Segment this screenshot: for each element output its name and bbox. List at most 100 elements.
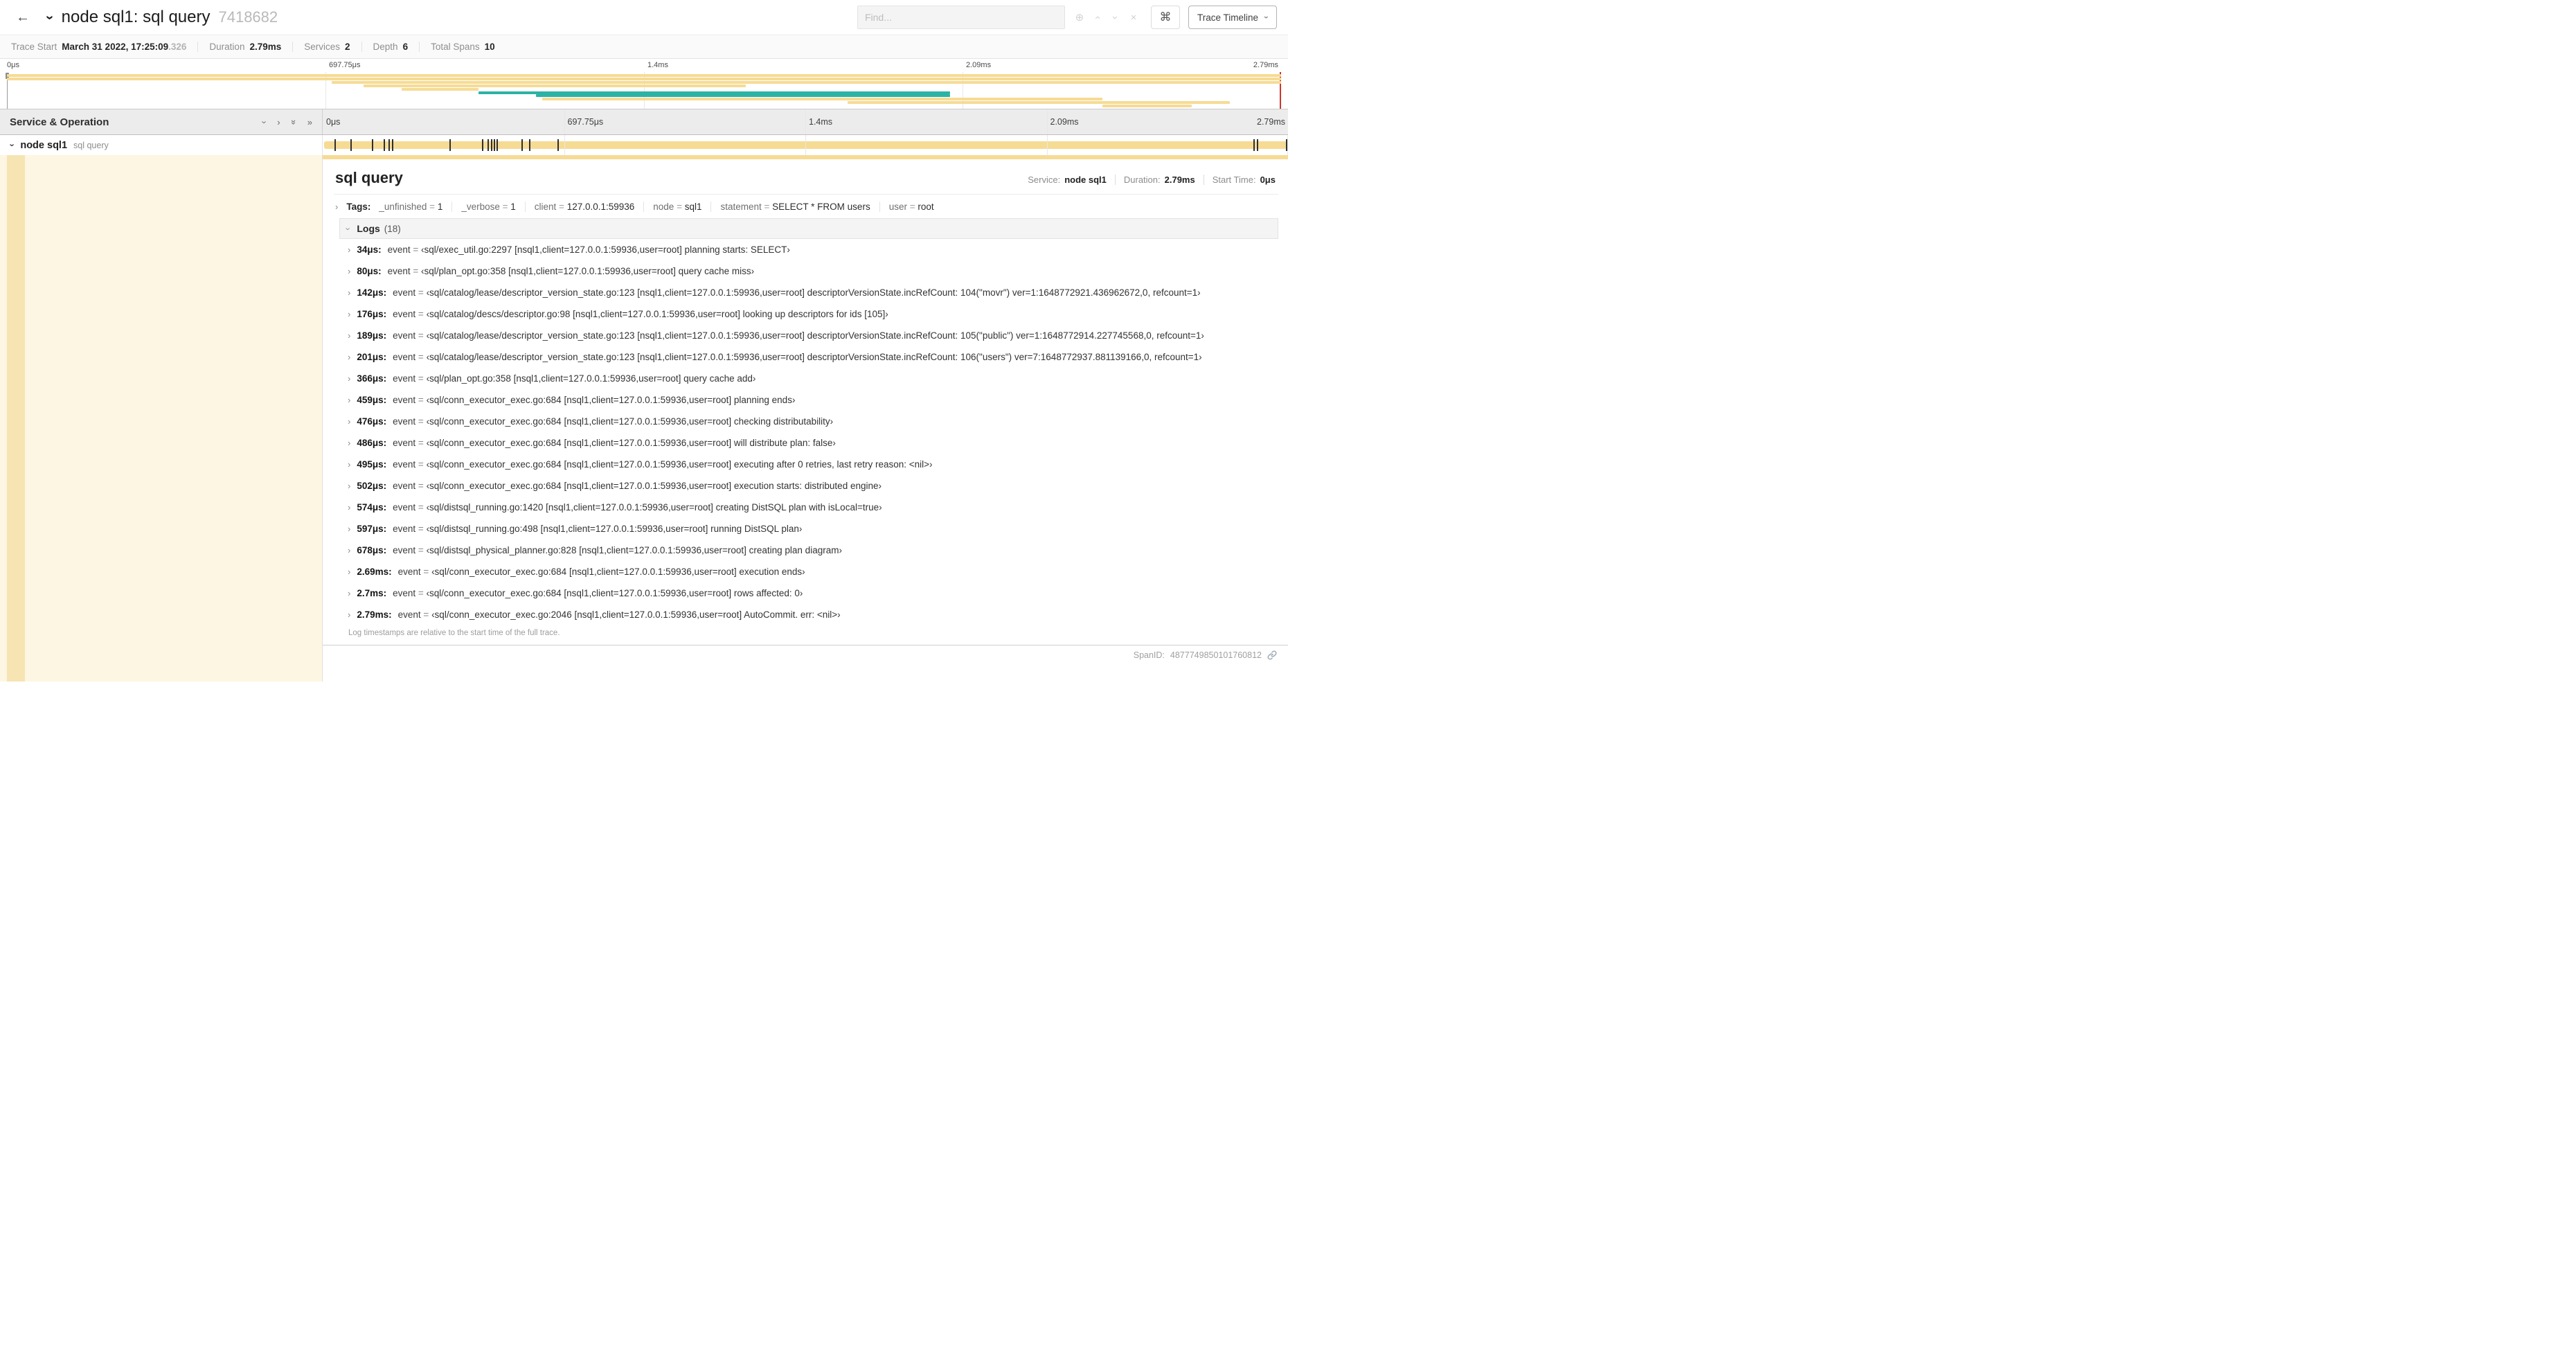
tag: _verbose = 1 <box>451 202 524 212</box>
log-field-key: event <box>393 545 416 555</box>
link-icon[interactable] <box>1267 650 1277 660</box>
trace-summary-bar: Trace Start March 31 2022, 17:25:09.326 Du… <box>0 35 1288 59</box>
span-meta-item: Start Time: 0μs <box>1203 175 1277 185</box>
log-row[interactable]: › 476μs: event = ‹sql/conn_executor_exec.g… <box>339 411 1278 432</box>
log-text: event = ‹sql/conn_executor_exec.go:684 [… <box>398 567 805 577</box>
log-row[interactable]: › 142μs: event = ‹sql/catalog/lease/descri… <box>339 282 1278 303</box>
timeline-tick-label: 1.4ms <box>809 117 833 127</box>
gridline <box>564 135 565 155</box>
summary-label: Total Spans <box>431 42 480 52</box>
collapse-one-icon[interactable]: › <box>260 121 270 123</box>
summary-value: March 31 2022, 17:25:09 <box>62 42 169 52</box>
log-row[interactable]: › 459μs: event = ‹sql/conn_executor_exec.g… <box>339 389 1278 411</box>
find-input[interactable] <box>857 6 1065 29</box>
chevron-right-icon: › <box>348 502 351 513</box>
chevron-down-icon: › <box>1262 16 1271 19</box>
log-time: 678μs: <box>357 545 387 555</box>
log-row[interactable]: › 201μs: event = ‹sql/catalog/lease/descri… <box>339 346 1278 368</box>
log-row[interactable]: › 495μs: event = ‹sql/conn_executor_exec.g… <box>339 454 1278 475</box>
span-collapse-icon[interactable]: › <box>8 143 18 146</box>
log-text: event = ‹sql/distsql_running.go:1420 [ns… <box>393 502 882 513</box>
log-row[interactable]: › 574μs: event = ‹sql/distsql_running.go:1… <box>339 497 1278 518</box>
log-time: 34μs: <box>357 244 382 255</box>
tag-key: statement <box>720 202 762 212</box>
log-equals: = <box>415 481 427 491</box>
summary-label: Services <box>304 42 341 52</box>
log-marker <box>350 139 352 151</box>
minimap-tick-label: 697.75μs <box>329 61 361 69</box>
span-row-timeline[interactable] <box>323 135 1289 155</box>
log-row[interactable]: › 34μs: event = ‹sql/exec_util.go:2297 [ns… <box>339 239 1278 260</box>
log-row[interactable]: › 2.79ms: event = ‹sql/conn_executor_exec.… <box>339 604 1278 625</box>
minimap-tick-label: 2.79ms <box>1253 61 1278 69</box>
log-row[interactable]: › 2.7ms: event = ‹sql/conn_executor_exec.g… <box>339 582 1278 604</box>
summary-value: 2 <box>345 42 350 52</box>
log-row[interactable]: › 597μs: event = ‹sql/distsql_running.go:4… <box>339 518 1278 540</box>
meta-value: 2.79ms <box>1164 175 1195 185</box>
log-row[interactable]: › 189μs: event = ‹sql/catalog/lease/descri… <box>339 325 1278 346</box>
keyboard-shortcuts-button[interactable]: ⌘ <box>1150 6 1180 29</box>
log-row[interactable]: › 176μs: event = ‹sql/catalog/descs/descri… <box>339 303 1278 325</box>
log-field-key: event <box>393 481 416 491</box>
log-equals: = <box>410 266 422 276</box>
minimap-span-bar <box>542 98 1103 101</box>
log-time: 502μs: <box>357 481 387 491</box>
tags-row[interactable]: › Tags: _unfinished = 1 _verbose = 1 clien… <box>334 195 1278 218</box>
span-row[interactable]: › node sql1 sql query <box>0 135 1289 155</box>
log-text: event = ‹sql/distsql_running.go:498 [nsq… <box>393 524 802 534</box>
minimap-span-bar <box>7 74 1281 77</box>
minimap-span-bar <box>535 94 950 98</box>
log-marker <box>496 139 498 151</box>
chevron-right-icon: › <box>348 567 351 577</box>
log-field-value: ‹sql/distsql_physical_planner.go:828 [ns… <box>426 545 842 555</box>
log-row[interactable]: › 366μs: event = ‹sql/plan_opt.go:358 [nsq… <box>339 368 1278 389</box>
log-text: event = ‹sql/catalog/lease/descriptor_ve… <box>393 287 1200 298</box>
chevron-right-icon: › <box>348 244 351 255</box>
log-field-value: ‹sql/distsql_running.go:498 [nsql1,clien… <box>426 524 803 534</box>
trace-view-select[interactable]: Trace Timeline › <box>1188 6 1277 29</box>
log-field-key: event <box>397 609 421 620</box>
collapse-trace-icon[interactable]: › <box>42 15 57 20</box>
expand-all-icon[interactable]: » <box>307 117 312 127</box>
span-detail-title: sql query <box>335 169 403 186</box>
expand-one-icon[interactable]: › <box>277 117 280 127</box>
log-equals: = <box>415 438 427 448</box>
summary-item: Duration 2.79ms <box>197 42 292 52</box>
log-equals: = <box>415 588 427 598</box>
log-text: event = ‹sql/conn_executor_exec.go:684 [… <box>393 459 932 470</box>
log-text: event = ‹sql/plan_opt.go:358 [nsql1,clie… <box>393 373 755 384</box>
collapse-all-icon[interactable]: » <box>289 119 299 124</box>
log-row[interactable]: › 2.69ms: event = ‹sql/conn_executor_exec.… <box>339 561 1278 582</box>
log-row[interactable]: › 486μs: event = ‹sql/conn_executor_exec.g… <box>339 432 1278 454</box>
find-next-icon[interactable]: › <box>1107 8 1125 26</box>
log-marker <box>388 139 390 151</box>
log-equals: = <box>415 459 427 470</box>
log-time: 476μs: <box>357 416 387 427</box>
find-filter-icon[interactable]: ⊕ <box>1071 8 1089 26</box>
find-prev-icon[interactable]: › <box>1089 8 1107 26</box>
minimap-span-bar <box>1102 105 1192 108</box>
log-row[interactable]: › 502μs: event = ‹sql/conn_executor_exec.g… <box>339 475 1278 497</box>
span-service-name: node sql1 <box>20 139 68 151</box>
indent-guide <box>7 155 25 682</box>
meta-value: 0μs <box>1260 175 1276 185</box>
minimap-canvas[interactable] <box>5 72 1281 109</box>
top-bar: ← › node sql1: sql query 7418682 ⊕ › › ×… <box>0 0 1288 35</box>
find-clear-icon[interactable]: × <box>1125 8 1143 26</box>
chevron-right-icon: › <box>348 459 351 470</box>
log-time: 495μs: <box>357 459 387 470</box>
log-text: event = ‹sql/conn_executor_exec.go:684 [… <box>393 438 836 448</box>
log-time: 176μs: <box>357 309 387 319</box>
log-marker <box>1253 139 1255 151</box>
log-text: event = ‹sql/conn_executor_exec.go:684 [… <box>393 416 833 427</box>
log-field-value: ‹sql/distsql_running.go:1420 [nsql1,clie… <box>426 502 882 513</box>
log-row[interactable]: › 80μs: event = ‹sql/plan_opt.go:358 [nsql… <box>339 260 1278 282</box>
chevron-right-icon: › <box>348 330 351 341</box>
log-field-value: ‹sql/catalog/lease/descriptor_version_st… <box>426 287 1201 298</box>
back-button[interactable]: ← <box>11 6 35 29</box>
log-field-key: event <box>393 588 416 598</box>
log-marker <box>383 139 385 151</box>
logs-header[interactable]: › Logs (18) <box>339 218 1278 239</box>
log-row[interactable]: › 678μs: event = ‹sql/distsql_physical_pla… <box>339 540 1278 561</box>
top-bar-actions: ⊕ › › × ⌘ Trace Timeline › <box>857 6 1277 29</box>
